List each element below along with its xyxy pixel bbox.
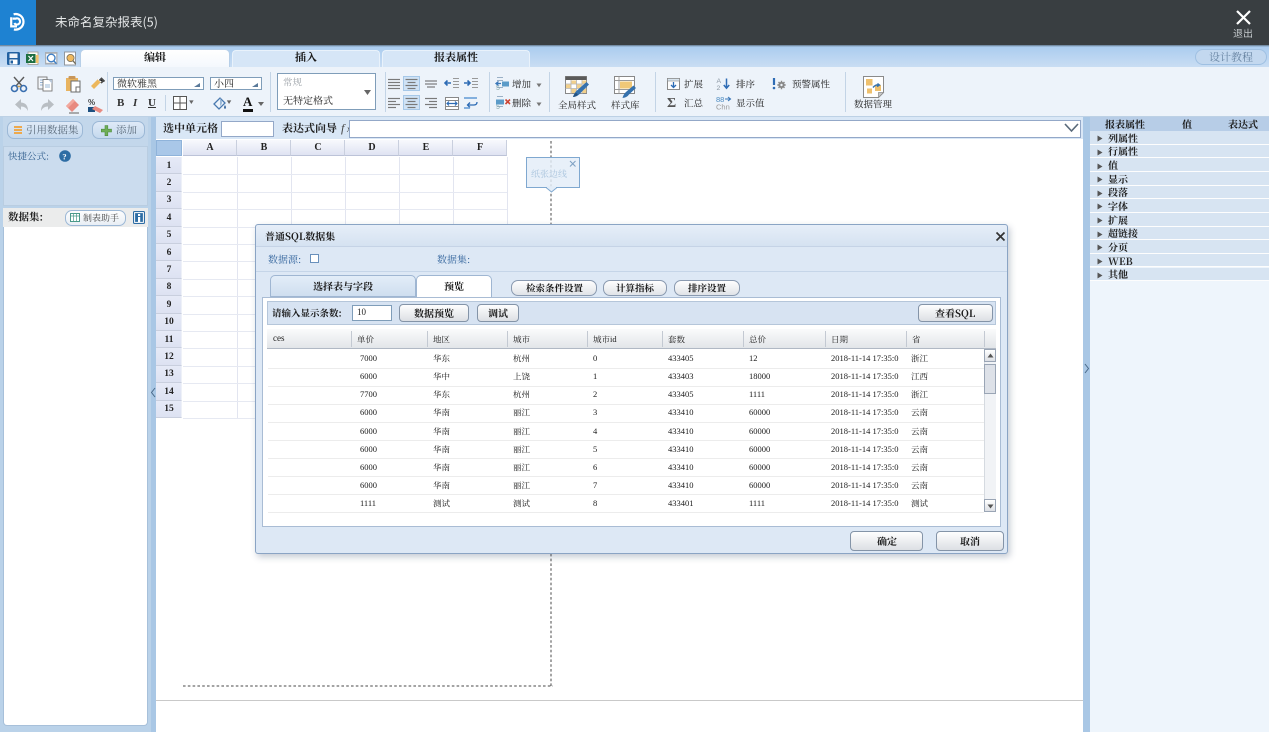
- svg-text:5: 5: [496, 104, 500, 111]
- svg-text:2: 2: [717, 85, 721, 92]
- svg-text:A: A: [717, 78, 722, 85]
- svg-text:?: ?: [62, 151, 66, 161]
- svg-text:5: 5: [496, 85, 500, 92]
- svg-text:Chn: Chn: [716, 103, 730, 112]
- svg-text:%: %: [88, 98, 95, 107]
